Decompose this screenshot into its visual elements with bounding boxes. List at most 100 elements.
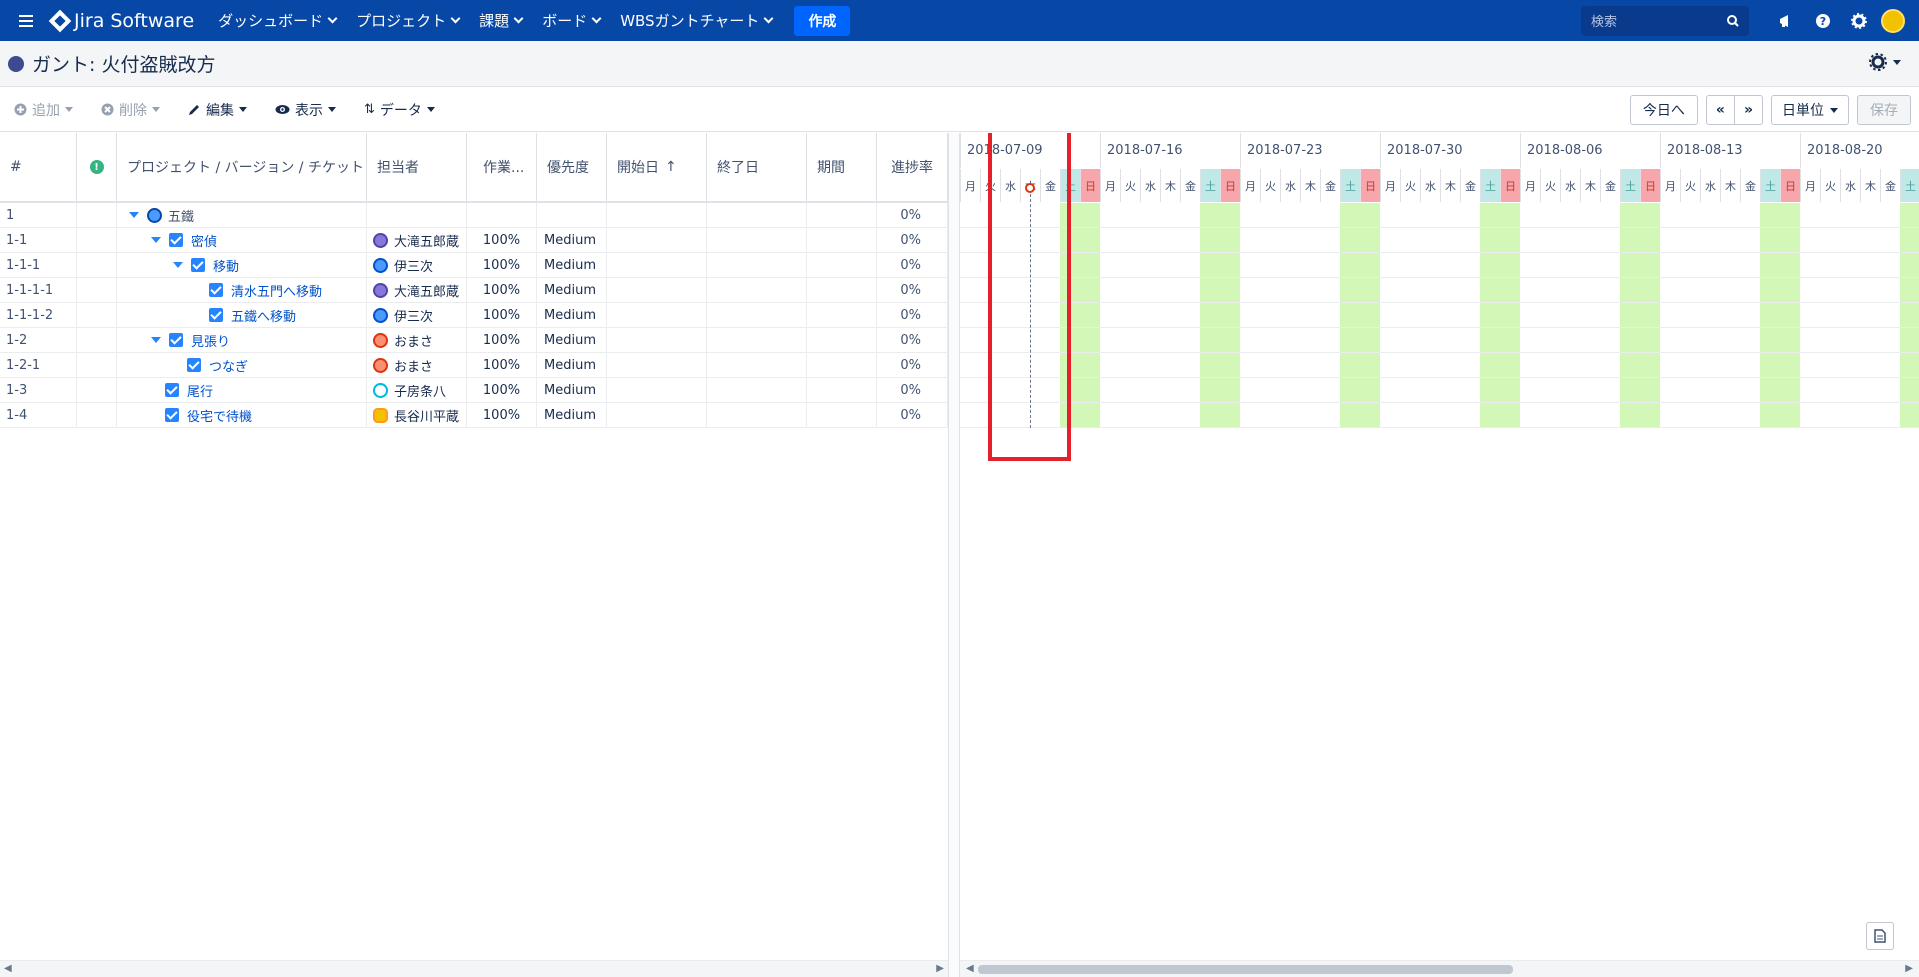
nav-issues[interactable]: 課題 — [469, 0, 532, 41]
issue-link[interactable]: 移動 — [213, 256, 239, 275]
row-progress: 0% — [877, 303, 948, 327]
user-avatar[interactable] — [1881, 8, 1905, 33]
table-row[interactable]: 1-2-1 つなぎ おまさ 100% Medium 0% — [0, 353, 948, 378]
day-label: 日 — [1080, 169, 1100, 202]
assignee-avatar — [373, 282, 388, 298]
expand-toggle-icon[interactable] — [173, 262, 183, 268]
row-name: 五鐵へ移動 — [117, 303, 367, 327]
edit-button[interactable]: 編集 — [174, 94, 261, 126]
table-row[interactable]: 1-4 役宅で待機 長谷川平蔵 100% Medium 0% — [0, 403, 948, 428]
view-button[interactable]: 表示 — [261, 94, 350, 126]
row-duration — [807, 228, 877, 252]
nav-project[interactable]: プロジェクト — [346, 0, 469, 41]
day-label: 金 — [1180, 169, 1200, 202]
help-icon[interactable]: ? — [1805, 0, 1841, 41]
pane-splitter[interactable] — [948, 133, 960, 977]
row-priority: Medium — [537, 278, 607, 302]
go-today-button[interactable]: 今日へ — [1629, 95, 1698, 125]
create-button[interactable]: 作成 — [794, 5, 851, 36]
gantt-settings-button[interactable] — [1869, 53, 1901, 71]
day-label: 木 — [1860, 169, 1880, 202]
next-period-button[interactable]: » — [1734, 95, 1763, 125]
issue-link[interactable]: 役宅で待機 — [187, 406, 252, 425]
data-button[interactable]: ⇅ データ — [350, 94, 449, 126]
table-row[interactable]: 1-1-1-2 五鐵へ移動 伊三次 100% Medium 0% — [0, 303, 948, 328]
issue-link[interactable]: つなぎ — [209, 356, 248, 375]
scroll-right-arrow-icon[interactable]: ▶ — [1905, 963, 1913, 974]
row-end — [707, 253, 807, 277]
nav-board[interactable]: ボード — [532, 0, 610, 41]
scroll-left-arrow-icon[interactable]: ◀ — [966, 963, 974, 974]
day-label: 水 — [1560, 169, 1580, 202]
table-row[interactable]: 1-1-1-1 清水五門へ移動 大滝五郎蔵 100% Medium 0% — [0, 278, 948, 303]
col-header-priority[interactable]: 優先度 — [537, 133, 607, 201]
col-header-end[interactable]: 終了日 — [707, 133, 807, 201]
issue-link[interactable]: 清水五門へ移動 — [231, 281, 322, 300]
day-label: 月 — [1240, 169, 1260, 202]
expand-toggle-icon[interactable] — [151, 337, 161, 343]
gantt-horizontal-scrollbar[interactable]: ◀ ▶ — [960, 960, 1919, 977]
row-progress: 0% — [877, 403, 948, 427]
row-number: 1-1-1-1 — [0, 278, 77, 302]
settings-gear-icon[interactable] — [1841, 0, 1877, 41]
col-header-flag[interactable]: ! — [77, 133, 117, 201]
col-header-name[interactable]: プロジェクト / バージョン / チケット — [117, 133, 367, 201]
col-header-assignee[interactable]: 担当者 — [367, 133, 467, 201]
weekend-column — [1620, 203, 1640, 428]
table-row[interactable]: 1-1 密偵 大滝五郎蔵 100% Medium 0% — [0, 228, 948, 253]
nav-dashboard[interactable]: ダッシュボード — [208, 0, 346, 41]
row-flag — [77, 203, 117, 227]
issue-link[interactable]: 密偵 — [191, 231, 217, 250]
row-work: 100% — [467, 253, 537, 277]
add-button[interactable]: 追加 — [0, 94, 87, 126]
table-row[interactable]: 1-1-1 移動 伊三次 100% Medium 0% — [0, 253, 948, 278]
expand-toggle-icon[interactable] — [151, 237, 161, 243]
week-label: 2018-07-30 — [1380, 133, 1520, 168]
week-label: 2018-07-23 — [1240, 133, 1380, 168]
scroll-right-arrow-icon[interactable]: ▶ — [936, 963, 944, 974]
prev-period-button[interactable]: « — [1705, 95, 1735, 125]
day-label: 月 — [1380, 169, 1400, 202]
weekend-column — [1340, 203, 1360, 428]
table-row[interactable]: 1-3 尾行 子房条八 100% Medium 0% — [0, 378, 948, 403]
time-unit-select[interactable]: 日単位 — [1771, 95, 1849, 125]
scroll-thumb[interactable] — [978, 965, 1513, 974]
col-header-start[interactable]: 開始日 ↑ — [607, 133, 707, 201]
hamburger-menu-icon[interactable] — [0, 0, 52, 41]
nav-wbs-gantt[interactable]: WBSガントチャート — [610, 0, 782, 41]
day-label: 木 — [1720, 169, 1740, 202]
expand-toggle-icon[interactable] — [129, 212, 139, 218]
svg-text:?: ? — [1820, 15, 1826, 28]
pencil-icon — [189, 105, 199, 115]
delete-button[interactable]: 削除 — [87, 94, 174, 126]
row-end — [707, 403, 807, 427]
col-header-duration[interactable]: 期間 — [807, 133, 877, 201]
export-document-button[interactable] — [1866, 922, 1894, 950]
table-row[interactable]: 1 五鐵 0% — [0, 203, 948, 228]
table-row[interactable]: 1-2 見張り おまさ 100% Medium 0% — [0, 328, 948, 353]
col-header-number[interactable]: # — [0, 133, 77, 201]
task-checkbox-icon — [191, 258, 205, 272]
jira-logo[interactable]: Jira Software — [48, 9, 194, 32]
megaphone-icon[interactable] — [1769, 0, 1805, 41]
save-button[interactable]: 保存 — [1857, 95, 1911, 125]
day-label: 月 — [960, 169, 980, 202]
issue-link[interactable]: 尾行 — [187, 381, 213, 400]
day-label: 火 — [1820, 169, 1840, 202]
scroll-left-arrow-icon[interactable]: ◀ — [4, 963, 12, 974]
exclamation-icon: ! — [89, 160, 104, 174]
issue-link[interactable]: 五鐵へ移動 — [231, 306, 296, 325]
col-header-work[interactable]: 作業... — [467, 133, 537, 201]
col-header-progress[interactable]: 進捗率 — [877, 133, 948, 201]
row-progress: 0% — [877, 253, 948, 277]
day-label: 水 — [1840, 169, 1860, 202]
day-label: 木 — [1300, 169, 1320, 202]
issue-link[interactable]: 見張り — [191, 331, 230, 350]
search-input[interactable]: 検索 — [1581, 5, 1749, 36]
row-priority: Medium — [537, 353, 607, 377]
row-number: 1 — [0, 203, 77, 227]
row-assignee: おまさ — [367, 328, 467, 352]
gantt-row-line — [960, 352, 1919, 353]
grid-horizontal-scrollbar[interactable]: ◀ ▶ — [0, 960, 948, 977]
day-label: 日 — [1220, 169, 1240, 202]
